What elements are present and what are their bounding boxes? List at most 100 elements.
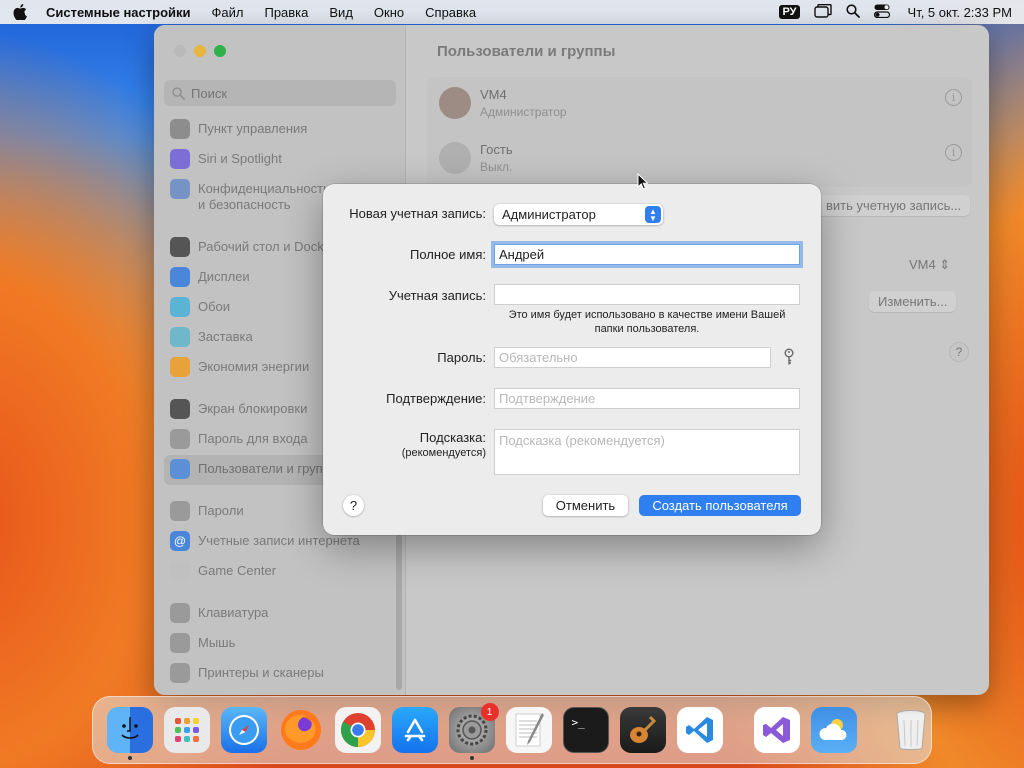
garageband-icon[interactable] [619, 707, 666, 753]
account-hint-line: папки пользователя. [594, 323, 700, 335]
sidebar-scrollbar[interactable] [396, 535, 402, 690]
account-name-field[interactable] [494, 284, 800, 305]
autologin-select[interactable]: VM4 ⇕ [909, 257, 950, 273]
control-center-icon [170, 119, 190, 139]
account-type-label: Новая учетная запись: [349, 206, 486, 221]
spotlight-search-icon[interactable] [845, 3, 860, 21]
password-field[interactable] [494, 347, 771, 368]
hint-field[interactable] [494, 429, 800, 475]
user-role: Выкл. [480, 160, 513, 174]
menu-view[interactable]: Вид [329, 5, 353, 20]
menu-edit[interactable]: Правка [264, 5, 308, 20]
textedit-icon[interactable] [505, 707, 552, 753]
sidebar-item-label: Рабочий стол и Dock [198, 239, 324, 254]
menu-clock[interactable]: Чт, 5 окт. 2:33 PM [908, 5, 1012, 20]
sidebar-item-label: Siri и Spotlight [198, 151, 282, 166]
menu-file[interactable]: Файл [212, 5, 244, 20]
help-button[interactable]: ? [343, 495, 364, 516]
weather-icon[interactable] [810, 707, 857, 753]
finder-icon[interactable] [106, 707, 153, 760]
sidebar-item-label: Конфиденциальность и безопасность [198, 181, 330, 212]
user-row-vm4[interactable]: VM4 Администратор [439, 87, 567, 119]
window-switcher-icon[interactable] [813, 3, 832, 21]
notification-badge: 1 [480, 703, 499, 721]
display-icon [170, 267, 190, 287]
sidebar-item-keyboard[interactable]: Клавиатура [164, 599, 396, 629]
visual-studio-icon[interactable] [753, 707, 800, 753]
sidebar-item-label: Обои [198, 299, 231, 314]
info-icon[interactable]: i [945, 144, 962, 161]
help-button[interactable]: ? [949, 342, 969, 362]
search-icon [172, 86, 185, 100]
safari-icon[interactable] [220, 707, 267, 753]
sidebar-search [164, 80, 396, 106]
add-account-button[interactable]: вить учетную запись... [817, 195, 971, 216]
page-title: Пользователи и группы [437, 43, 616, 60]
sidebar-item-label: Пароль для входа [198, 431, 308, 446]
users-list: VM4 Администратор i Гость Выкл. i [427, 77, 972, 187]
create-user-button[interactable]: Создать пользователя [639, 495, 801, 516]
verify-label: Подтверждение: [386, 391, 486, 406]
autologin-value: VM4 [909, 257, 936, 272]
sidebar-item-game-center[interactable]: Game Center [164, 557, 396, 587]
sidebar-item-label: Мышь [198, 635, 236, 650]
energy-icon [170, 357, 190, 377]
password-assistant-key-icon[interactable] [782, 348, 796, 366]
printer-icon [170, 663, 190, 683]
hint-label: Подсказка: [419, 430, 486, 445]
menu-app-name[interactable]: Системные настройки [46, 5, 191, 20]
game-center-icon [170, 561, 190, 581]
zoom-window-button[interactable] [214, 45, 226, 57]
sidebar-search-input[interactable] [191, 85, 381, 101]
full-name-field[interactable] [494, 244, 800, 265]
terminal-icon[interactable]: >_ [562, 707, 609, 753]
apple-menu-icon[interactable] [12, 4, 28, 20]
sidebar-item-label: Заставка [198, 329, 253, 344]
at-icon: @ [170, 531, 190, 551]
account-type-popup[interactable]: Администратор ▲ ▼ [494, 204, 663, 225]
account-type-value: Администратор [502, 207, 596, 222]
wallpaper-icon [170, 297, 190, 317]
verify-field[interactable] [494, 388, 800, 409]
sidebar-item-control-center[interactable]: Пункт управления [164, 115, 396, 145]
input-source-indicator[interactable]: РУ [779, 5, 800, 19]
trash-icon[interactable] [888, 707, 934, 753]
launchpad-icon[interactable] [163, 707, 210, 753]
user-row-guest[interactable]: Гость Выкл. [439, 142, 513, 174]
sidebar-item-label: Экран блокировки [198, 401, 308, 416]
account-name-hint: Это имя будет использовано в качестве им… [494, 308, 800, 336]
mouse-cursor-icon [637, 172, 649, 193]
menu-help[interactable]: Справка [425, 5, 476, 20]
dock: 1 >_ [92, 696, 932, 764]
lock-icon [170, 429, 190, 449]
sidebar-item-siri-spotlight[interactable]: Siri и Spotlight [164, 145, 396, 175]
menu-window[interactable]: Окно [374, 5, 404, 20]
sidebar-item-label: Экономия энергии [198, 359, 310, 374]
window-controls [174, 45, 226, 57]
vscode-icon[interactable] [676, 707, 723, 753]
system-settings-icon[interactable]: 1 [448, 703, 499, 760]
keyboard-icon [170, 603, 190, 623]
desktop-dock-icon [170, 237, 190, 257]
user-name: VM4 [480, 87, 507, 102]
minimize-window-button[interactable] [194, 45, 206, 57]
app-store-icon[interactable] [391, 707, 438, 753]
sidebar-item-printers[interactable]: Принтеры и сканеры [164, 659, 396, 689]
key-icon [170, 501, 190, 521]
mouse-icon [170, 633, 190, 653]
close-window-button[interactable] [174, 45, 186, 57]
control-center-icon[interactable] [873, 4, 890, 21]
running-indicator [469, 756, 474, 760]
firefox-icon[interactable] [278, 707, 324, 753]
avatar [439, 87, 471, 119]
info-icon[interactable]: i [945, 89, 962, 106]
sidebar-item-label: Пользователи и группы [198, 461, 340, 476]
screensaver-icon [170, 327, 190, 347]
sidebar-item-label: Дисплеи [198, 269, 250, 284]
edit-button[interactable]: Изменить... [869, 291, 957, 312]
chrome-icon[interactable] [334, 707, 381, 753]
sidebar-item-mouse[interactable]: Мышь [164, 629, 396, 659]
sidebar-item-label: Принтеры и сканеры [198, 665, 324, 680]
cancel-button[interactable]: Отменить [543, 495, 628, 516]
sidebar-item-label: Пароли [198, 503, 244, 518]
